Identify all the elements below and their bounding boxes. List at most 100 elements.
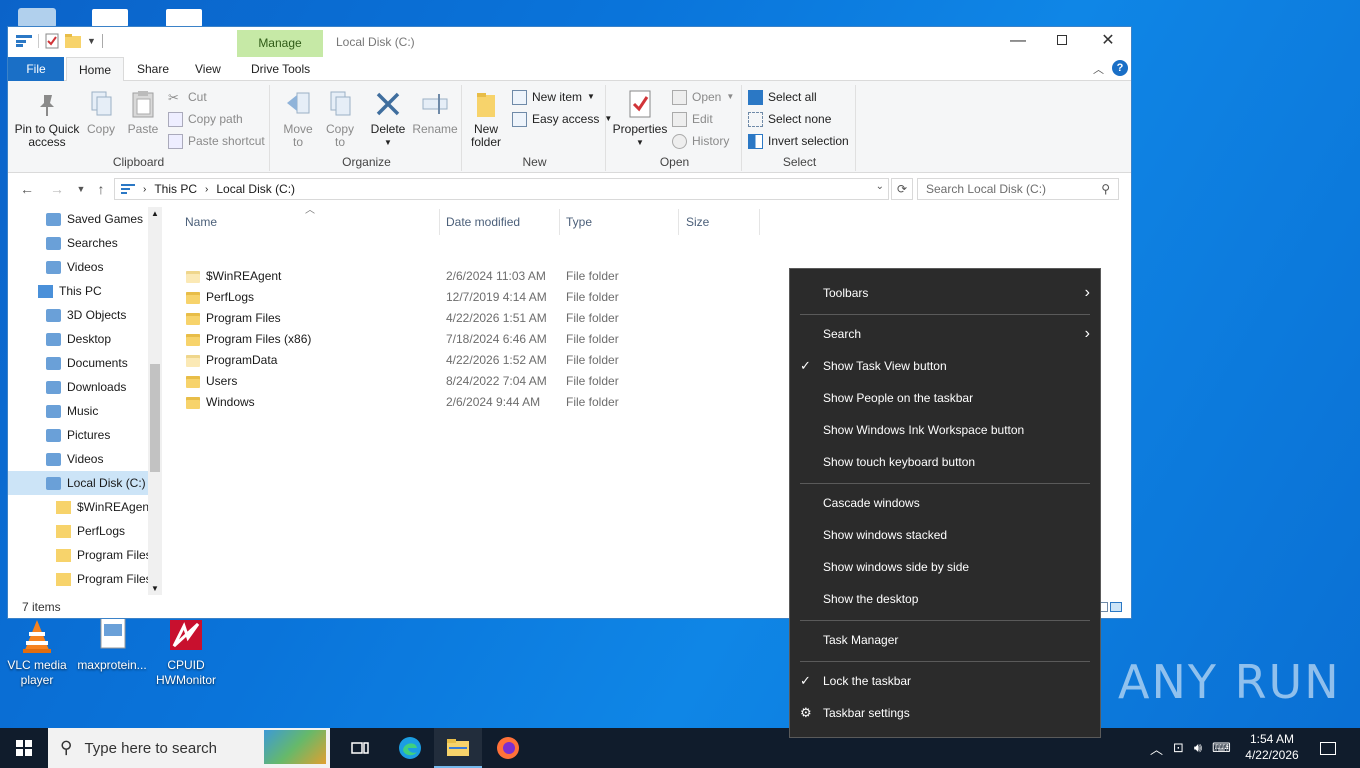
column-header-type[interactable]: Type <box>559 209 679 235</box>
chevron-down-icon[interactable]: ▼ <box>87 36 96 46</box>
nav-item[interactable]: Searches <box>8 231 162 255</box>
nav-item[interactable]: Documents <box>8 351 162 375</box>
collapse-ribbon-icon[interactable]: ︿ <box>1093 61 1104 77</box>
menu-item-search[interactable]: Search › <box>790 318 1100 350</box>
menu-item-ink-workspace[interactable]: Show Windows Ink Workspace button <box>790 414 1100 446</box>
paste-button[interactable]: Paste <box>126 89 160 136</box>
desktop-icon-maxprotein[interactable]: maxprotein... <box>75 617 149 673</box>
menu-item-show-desktop[interactable]: Show the desktop <box>790 583 1100 615</box>
menu-item-touch-keyboard[interactable]: Show touch keyboard button <box>790 446 1100 478</box>
menu-item-taskbar-settings[interactable]: ⚙ Taskbar settings <box>790 697 1100 729</box>
file-row[interactable]: Program Files 4/22/2026 1:51 AM File folde… <box>178 308 778 329</box>
nav-item[interactable]: Pictures <box>8 423 162 447</box>
menu-item-task-manager[interactable]: Task Manager <box>790 624 1100 656</box>
file-row[interactable]: $WinREAgent 2/6/2024 11:03 AM File folder <box>178 266 778 287</box>
new-folder-button[interactable]: New folder <box>468 89 504 149</box>
tab-view[interactable]: View <box>183 57 233 81</box>
cut-button[interactable]: ✂ Cut <box>168 87 207 107</box>
nav-item[interactable]: Saved Games <box>8 207 162 231</box>
tab-home[interactable]: Home <box>66 57 125 82</box>
menu-item-people[interactable]: Show People on the taskbar <box>790 382 1100 414</box>
volume-icon[interactable]: 🔊︎ <box>1194 740 1202 756</box>
tab-share[interactable]: Share <box>125 57 181 81</box>
breadcrumb-this-pc[interactable]: This PC <box>154 182 197 196</box>
scroll-down-icon[interactable]: ▼ <box>151 584 159 593</box>
network-icon[interactable]: ⊡ <box>1173 740 1184 756</box>
nav-scroll-thumb[interactable] <box>150 364 160 472</box>
nav-item[interactable]: Program Files <box>8 567 162 591</box>
help-icon[interactable]: ? <box>1112 60 1128 76</box>
column-header-size[interactable]: Size <box>679 209 760 235</box>
column-header-date[interactable]: Date modified <box>439 209 560 235</box>
scroll-up-icon[interactable]: ▲ <box>151 209 159 218</box>
tab-drive-tools[interactable]: Drive Tools <box>239 57 322 81</box>
nav-item[interactable]: Program Files <box>8 543 162 567</box>
menu-item-task-view[interactable]: ✓ Show Task View button <box>790 350 1100 382</box>
pin-quick-access-button[interactable]: Pin to Quick access <box>14 89 80 149</box>
breadcrumb-local-disk[interactable]: Local Disk (C:) <box>216 182 295 196</box>
invert-selection-button[interactable]: Invert selection <box>748 131 849 151</box>
select-none-button[interactable]: Select none <box>748 109 831 129</box>
menu-item-toolbars[interactable]: Toolbars › <box>790 277 1100 309</box>
copy-to-button[interactable]: Copy to <box>322 89 358 149</box>
rename-button[interactable]: Rename <box>412 89 458 136</box>
title-bar[interactable]: ▼ Manage Local Disk (C:) — ✕ <box>8 27 1131 57</box>
tab-manage[interactable]: Manage <box>237 30 323 57</box>
search-input[interactable]: Search Local Disk (C:) ⚲ <box>917 178 1119 200</box>
copy-path-button[interactable]: Copy path <box>168 109 243 129</box>
taskbar-search-box[interactable]: ⚲ Type here to search <box>48 728 330 768</box>
properties-icon[interactable] <box>45 33 59 49</box>
task-view-button[interactable] <box>336 728 384 768</box>
maximize-button[interactable] <box>1039 27 1085 57</box>
start-button[interactable] <box>0 728 48 768</box>
explorer-app-icon[interactable] <box>16 34 32 48</box>
refresh-button[interactable]: ⟳ <box>891 178 913 200</box>
tab-file[interactable]: File <box>8 57 64 81</box>
select-all-button[interactable]: Select all <box>748 87 817 107</box>
nav-item[interactable]: Desktop <box>8 327 162 351</box>
back-button[interactable]: ← <box>18 180 36 198</box>
nav-item[interactable]: Videos <box>8 255 162 279</box>
paste-shortcut-button[interactable]: Paste shortcut <box>168 131 265 151</box>
menu-item-cascade[interactable]: Cascade windows <box>790 487 1100 519</box>
nav-item[interactable]: Music <box>8 399 162 423</box>
chevron-up-icon[interactable]: ︿ <box>1150 739 1163 758</box>
nav-item[interactable]: Local Disk (C:) <box>8 471 162 495</box>
copy-button[interactable]: Copy <box>84 89 118 136</box>
move-to-button[interactable]: Move to <box>280 89 316 149</box>
forward-button[interactable]: → <box>48 180 66 198</box>
nav-item[interactable]: Videos <box>8 447 162 471</box>
menu-item-stacked[interactable]: Show windows stacked <box>790 519 1100 551</box>
clock[interactable]: 1:54 AM 4/22/2026 <box>1238 731 1306 763</box>
new-folder-icon[interactable] <box>65 34 81 48</box>
file-row[interactable]: Windows 2/6/2024 9:44 AM File folder <box>178 392 778 413</box>
nav-item[interactable]: PerfLogs <box>8 519 162 543</box>
edge-taskbar-button[interactable] <box>386 728 434 768</box>
nav-item[interactable]: Downloads <box>8 375 162 399</box>
notifications-button[interactable] <box>1306 728 1350 768</box>
desktop-icon-vlc[interactable]: VLC media player <box>0 618 74 688</box>
new-item-button[interactable]: New item ▼ <box>512 87 595 107</box>
minimize-button[interactable]: — <box>995 27 1041 57</box>
address-bar[interactable]: › This PC › Local Disk (C:) ⌄ <box>114 178 889 200</box>
firefox-taskbar-button[interactable] <box>484 728 532 768</box>
navigation-pane[interactable]: Saved Games Searches Videos This PC 3D Objec… <box>8 207 162 595</box>
address-dropdown-icon[interactable]: ⌄ <box>876 181 884 192</box>
up-button[interactable]: ↑ <box>92 180 110 198</box>
delete-button[interactable]: Delete ▼ <box>368 89 408 149</box>
file-explorer-taskbar-button[interactable] <box>434 728 482 768</box>
edit-button[interactable]: Edit <box>672 109 713 129</box>
keyboard-icon[interactable]: ⌨ <box>1212 740 1231 756</box>
easy-access-button[interactable]: Easy access ▼ <box>512 109 612 129</box>
desktop-icon-word-doc[interactable] <box>92 9 128 27</box>
file-row[interactable]: Program Files (x86) 7/18/2024 6:46 AM File… <box>178 329 778 350</box>
desktop-icon-hwmonitor[interactable]: CPUID HWMonitor <box>149 618 223 688</box>
file-row[interactable]: Users 8/24/2022 7:04 AM File folder <box>178 371 778 392</box>
nav-item[interactable]: $WinREAgent <box>8 495 162 519</box>
close-button[interactable]: ✕ <box>1085 27 1131 57</box>
desktop-icon-recycle-bin[interactable] <box>18 8 56 28</box>
column-header-name[interactable]: Name <box>178 209 440 235</box>
nav-scrollbar[interactable]: ▲ ▼ <box>148 207 162 595</box>
file-row[interactable]: ProgramData 4/22/2026 1:52 AM File folder <box>178 350 778 371</box>
menu-item-lock-taskbar[interactable]: ✓ Lock the taskbar <box>790 665 1100 697</box>
